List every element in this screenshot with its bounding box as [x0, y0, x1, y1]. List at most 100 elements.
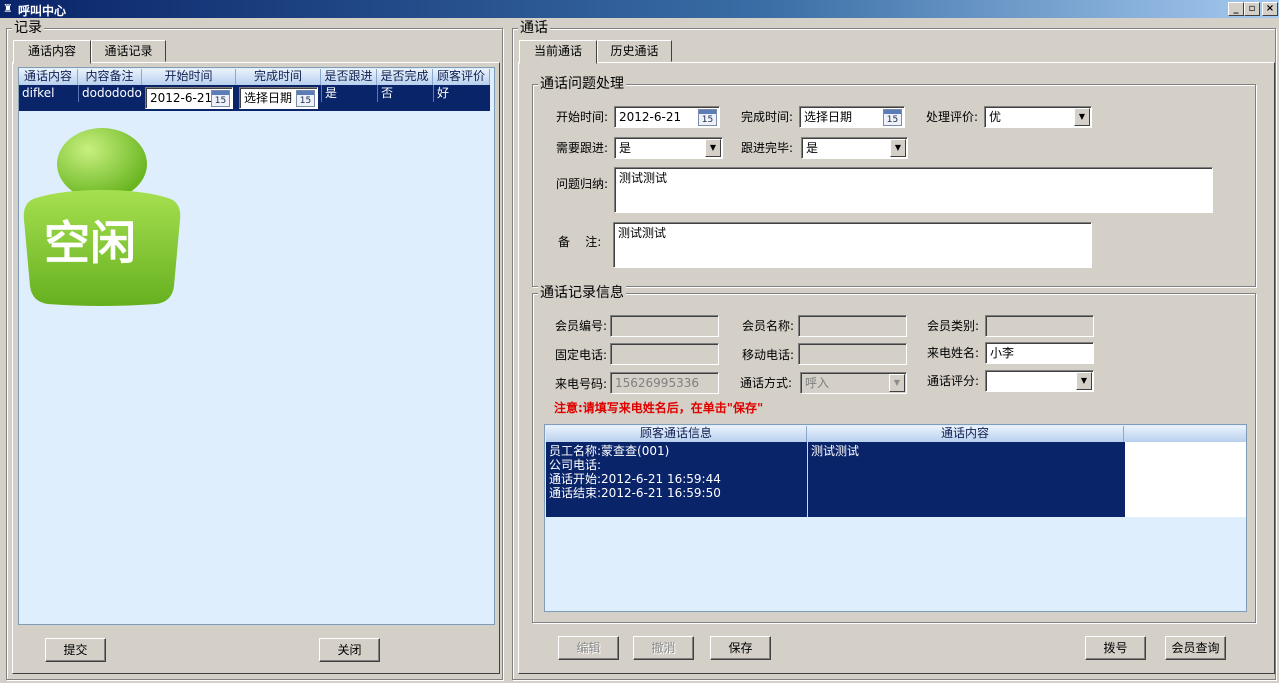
cell-call-content[interactable]: 测试测试 [807, 442, 1125, 517]
member-type-field[interactable] [985, 315, 1094, 337]
restore-button[interactable]: ▫ [1244, 2, 1260, 16]
calendar-icon[interactable]: 15 [211, 90, 230, 107]
follow-done-label: 跟进完毕: [741, 141, 794, 155]
info-line: 员工名称:蒙查查(001) [549, 444, 670, 458]
member-no-label: 会员编号: [555, 319, 608, 333]
cell-note[interactable]: dododododo [78, 85, 142, 102]
col-header-customer-info[interactable]: 顾客通话信息 [546, 426, 807, 442]
row-end-date-value: 选择日期 [244, 91, 293, 105]
tab-call-content[interactable]: 通话内容 [13, 40, 91, 64]
mobile-field[interactable] [798, 343, 907, 365]
title-bar: ♜ 呼叫中心 _ ▫ × [0, 0, 1279, 18]
cell-done[interactable]: 否 [377, 85, 433, 102]
table-row[interactable]: difkel dododododo 2012-6-21 15 选择日期 15 是… [19, 85, 490, 111]
start-date-value: 2012-6-21 [619, 110, 682, 124]
end-date-value: 选择日期 [804, 110, 853, 124]
cell-rating[interactable]: 好 [433, 85, 490, 102]
chevron-down-icon[interactable]: ▼ [1076, 372, 1092, 390]
undo-button[interactable]: 撤消 [633, 636, 694, 660]
tab-call-records[interactable]: 通话记录 [91, 40, 166, 62]
records-group-label: 记录 [12, 20, 44, 36]
tab-history-call[interactable]: 历史通话 [597, 40, 672, 62]
call-score-select[interactable]: ▼ [985, 370, 1094, 392]
col-header-call-content[interactable]: 通话内容 [807, 426, 1124, 442]
call-type-select[interactable]: 呼入 ▼ [800, 372, 907, 394]
end-date-picker[interactable]: 选择日期 15 [799, 106, 905, 128]
start-time-label: 开始时间: [556, 110, 609, 124]
col-header-rating[interactable]: 顾客评价 [433, 69, 490, 85]
table-row-blank-cell [1125, 442, 1246, 517]
need-follow-label: 需要跟进: [556, 141, 609, 155]
idle-status-badge: 空闲 [22, 128, 182, 306]
info-line: 公司电话: [549, 458, 602, 472]
follow-done-select[interactable]: 是 ▼ [801, 137, 908, 159]
eval-select[interactable]: 优 ▼ [984, 106, 1092, 128]
row-start-date-value: 2012-6-21 [150, 91, 213, 105]
need-follow-select[interactable]: 是 ▼ [614, 137, 723, 159]
cell-content[interactable]: difkel [19, 85, 78, 102]
notice-text: 注意:请填写来电姓名后，在单击"保存" [554, 401, 764, 415]
caller-no-label: 来电号码: [555, 377, 608, 391]
info-line: 通话开始:2012-6-21 16:59:44 [549, 472, 721, 486]
col-header-end[interactable]: 完成时间 [236, 69, 321, 85]
row-start-date-picker[interactable]: 2012-6-21 15 [145, 87, 233, 109]
cell-follow[interactable]: 是 [321, 85, 377, 102]
window-title: 呼叫中心 [18, 4, 67, 18]
col-header-follow[interactable]: 是否跟进 [321, 69, 377, 85]
phone-field[interactable] [610, 343, 719, 365]
chevron-down-icon[interactable]: ▼ [889, 374, 905, 392]
chevron-down-icon[interactable]: ▼ [1074, 108, 1090, 126]
caller-no-field[interactable]: 15626995336 [610, 372, 719, 394]
end-time-label: 完成时间: [741, 110, 794, 124]
need-follow-value: 是 [619, 141, 632, 155]
minimize-button[interactable]: _ [1228, 2, 1244, 16]
member-query-button[interactable]: 会员查询 [1165, 636, 1226, 660]
status-text: 空闲 [44, 216, 136, 270]
col-header-note[interactable]: 内容备注 [78, 69, 142, 85]
eval-value: 优 [989, 110, 1002, 124]
member-name-label: 会员名称: [742, 319, 795, 333]
phone-label: 固定电话: [555, 348, 608, 362]
call-type-value: 呼入 [805, 376, 830, 390]
col-header-done[interactable]: 是否完成 [377, 69, 433, 85]
call-score-label: 通话评分: [927, 374, 980, 388]
call-group-label: 通话 [518, 20, 550, 36]
close-window-button[interactable]: × [1262, 2, 1278, 16]
member-no-field[interactable] [610, 315, 719, 337]
cell-customer-info[interactable]: 员工名称:蒙查查(001) 公司电话: 通话开始:2012-6-21 16:59… [546, 442, 807, 501]
member-type-label: 会员类别: [927, 319, 980, 333]
submit-button[interactable]: 提交 [45, 638, 106, 662]
follow-done-value: 是 [806, 141, 819, 155]
eval-label: 处理评价: [926, 110, 979, 124]
summary-label: 问题归纳: [556, 177, 609, 191]
table-row[interactable]: 员工名称:蒙查查(001) 公司电话: 通话开始:2012-6-21 16:59… [546, 442, 1125, 517]
start-date-picker[interactable]: 2012-6-21 15 [614, 106, 720, 128]
caller-name-label: 来电姓名: [927, 346, 980, 360]
summary-textarea[interactable]: 测试测试 [614, 167, 1213, 213]
app-icon: ♜ [3, 2, 13, 15]
tab-current-call[interactable]: 当前通话 [519, 40, 597, 64]
issue-group-label: 通话问题处理 [538, 76, 626, 92]
call-record-grid[interactable]: 顾客通话信息 通话内容 员工名称:蒙查查(001) 公司电话: 通话开始:201… [544, 424, 1247, 612]
calendar-icon[interactable]: 15 [698, 109, 717, 126]
row-end-date-picker[interactable]: 选择日期 15 [239, 87, 318, 109]
edit-button[interactable]: 编辑 [558, 636, 619, 660]
chevron-down-icon[interactable]: ▼ [705, 139, 721, 157]
member-name-field[interactable] [798, 315, 907, 337]
call-type-label: 通话方式: [740, 376, 793, 390]
remark-label: 备 注: [558, 235, 602, 249]
dial-button[interactable]: 拨号 [1085, 636, 1146, 660]
remark-textarea[interactable]: 测试测试 [613, 222, 1092, 268]
save-button[interactable]: 保存 [710, 636, 771, 660]
close-button[interactable]: 关闭 [319, 638, 380, 662]
calendar-icon[interactable]: 15 [296, 90, 315, 107]
col-header-start[interactable]: 开始时间 [142, 69, 236, 85]
caller-name-input[interactable]: 小李 [985, 342, 1094, 364]
mobile-label: 移动电话: [742, 348, 795, 362]
chevron-down-icon[interactable]: ▼ [890, 139, 906, 157]
calendar-icon[interactable]: 15 [883, 109, 902, 126]
record-group-label: 通话记录信息 [538, 285, 626, 301]
col-header-blank [1124, 426, 1246, 442]
col-header-content[interactable]: 通话内容 [19, 69, 78, 85]
info-line: 通话结束:2012-6-21 16:59:50 [549, 486, 721, 500]
